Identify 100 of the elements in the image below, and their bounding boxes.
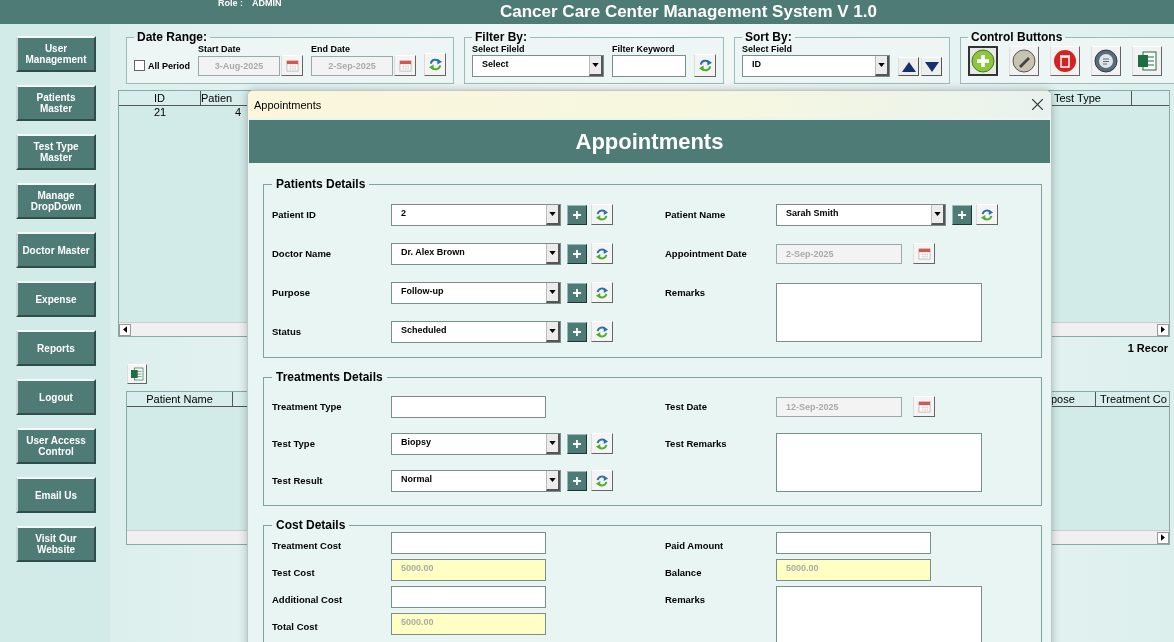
sidebar-button[interactable]: User Management xyxy=(16,36,96,72)
combo-box[interactable]: Biopsy xyxy=(391,432,561,455)
sidebar-button[interactable]: Logout xyxy=(16,379,96,415)
group-title: Filter By: xyxy=(474,30,529,44)
section-title: Treatments Details xyxy=(275,370,384,384)
section-title: Cost Details xyxy=(275,518,347,532)
sort-descending-button[interactable] xyxy=(921,57,942,76)
scroll-right-icon[interactable] xyxy=(1157,531,1169,544)
combo-box[interactable]: Dr. Alex Brown xyxy=(391,242,561,265)
combo-box[interactable]: Select xyxy=(472,55,604,77)
refresh-button[interactable] xyxy=(591,433,613,454)
input-field[interactable] xyxy=(391,586,546,608)
column-header[interactable]: Treatment Co xyxy=(1096,392,1169,406)
calendar-button[interactable] xyxy=(281,55,303,76)
refresh-icon xyxy=(697,58,713,73)
column-header[interactable]: Patient Name xyxy=(127,392,233,406)
refresh-icon xyxy=(595,246,609,261)
sidebar-button[interactable]: User Access Control xyxy=(16,428,96,464)
checkbox[interactable] xyxy=(134,60,145,71)
field-label: Doctor Name xyxy=(272,248,333,259)
refresh-icon xyxy=(595,285,609,300)
sidebar-button[interactable]: Manage DropDown xyxy=(16,183,96,219)
combo-box[interactable]: Normal xyxy=(391,469,561,492)
calendar-button[interactable] xyxy=(394,55,416,76)
close-button[interactable] xyxy=(1030,97,1045,112)
text-area[interactable] xyxy=(776,282,982,342)
combo-box[interactable]: Sarah Smith xyxy=(776,203,946,226)
text-area[interactable] xyxy=(776,586,982,642)
refresh-button[interactable] xyxy=(591,243,613,264)
sidebar-button[interactable]: Visit Our Website xyxy=(16,526,96,562)
sort-ascending-button[interactable] xyxy=(898,57,919,76)
combo-box[interactable]: ID xyxy=(742,55,890,77)
plus-icon xyxy=(573,288,581,297)
plus-icon xyxy=(573,327,581,336)
input-field[interactable] xyxy=(612,55,686,77)
refresh-button[interactable] xyxy=(976,204,998,225)
refresh-button[interactable] xyxy=(591,321,613,342)
refresh-icon xyxy=(595,207,609,222)
delete-button[interactable] xyxy=(1050,46,1080,76)
add-button[interactable] xyxy=(567,321,587,342)
export-button[interactable] xyxy=(127,364,147,384)
field-label: Treatment Cost xyxy=(272,540,343,551)
add-button[interactable] xyxy=(567,282,587,303)
refresh-button[interactable] xyxy=(591,282,613,303)
sidebar-button[interactable]: Expense xyxy=(16,281,96,317)
report-button[interactable] xyxy=(1091,46,1121,76)
plus-icon xyxy=(573,439,581,448)
export-button[interactable] xyxy=(1132,46,1162,76)
sidebar-button[interactable]: Email Us xyxy=(16,477,96,513)
add-button[interactable] xyxy=(968,46,998,76)
combo-box[interactable]: Follow-up xyxy=(391,281,561,304)
sidebar-button[interactable]: Patients Master xyxy=(16,85,96,121)
add-icon xyxy=(971,49,995,73)
sidebar-button[interactable]: Doctor Master xyxy=(16,232,96,268)
refresh-icon xyxy=(595,473,609,488)
text-area[interactable] xyxy=(776,432,982,492)
refresh-button[interactable] xyxy=(591,204,613,225)
add-button[interactable] xyxy=(952,204,972,225)
add-button[interactable] xyxy=(567,243,587,264)
combo-box[interactable]: Scheduled xyxy=(391,320,561,343)
sidebar-button[interactable]: Test Type Master xyxy=(16,134,96,170)
refresh-button[interactable] xyxy=(591,470,613,491)
plus-icon xyxy=(958,210,966,219)
input-field[interactable] xyxy=(391,532,546,554)
field-label: Treatment Type xyxy=(272,401,343,412)
column-header[interactable]: ID xyxy=(119,91,201,105)
column-header[interactable]: Patien xyxy=(201,91,247,105)
combo-box[interactable]: 2 xyxy=(391,203,561,226)
calendar-icon xyxy=(398,59,412,72)
refresh-button[interactable] xyxy=(694,54,716,77)
calendar-button[interactable] xyxy=(913,396,935,417)
add-button[interactable] xyxy=(567,433,587,454)
report-icon xyxy=(1094,49,1118,73)
spreadsheet-icon xyxy=(129,366,145,382)
group-title: Control Buttons xyxy=(970,30,1064,44)
field-label: Select Fileld xyxy=(472,44,526,54)
field-label: Patient ID xyxy=(272,209,317,220)
field-label: Test Date xyxy=(665,401,709,412)
plus-icon xyxy=(573,210,581,219)
add-button[interactable] xyxy=(567,204,587,225)
scroll-left-icon[interactable] xyxy=(119,323,131,336)
field-label: Purpose xyxy=(272,287,311,298)
calendar-icon xyxy=(917,400,931,413)
sidebar-button[interactable]: Reports xyxy=(16,330,96,366)
calendar-button[interactable] xyxy=(913,243,935,264)
close-icon xyxy=(1032,99,1043,110)
input-field[interactable] xyxy=(776,532,931,554)
edit-button[interactable] xyxy=(1009,46,1039,76)
checkbox-label: All Period xyxy=(148,60,190,71)
add-button[interactable] xyxy=(567,470,587,491)
pencil-icon xyxy=(1012,49,1036,73)
triangle-up-icon xyxy=(901,61,916,72)
table-cell-text: 4 xyxy=(233,106,242,119)
field-label: Patient Name xyxy=(665,209,727,220)
refresh-button[interactable] xyxy=(424,53,446,76)
input-field[interactable] xyxy=(391,395,546,418)
refresh-icon xyxy=(595,436,609,451)
scroll-right-icon[interactable] xyxy=(1157,323,1169,336)
field-label: Test Type xyxy=(272,438,316,449)
calendar-icon xyxy=(285,59,299,72)
